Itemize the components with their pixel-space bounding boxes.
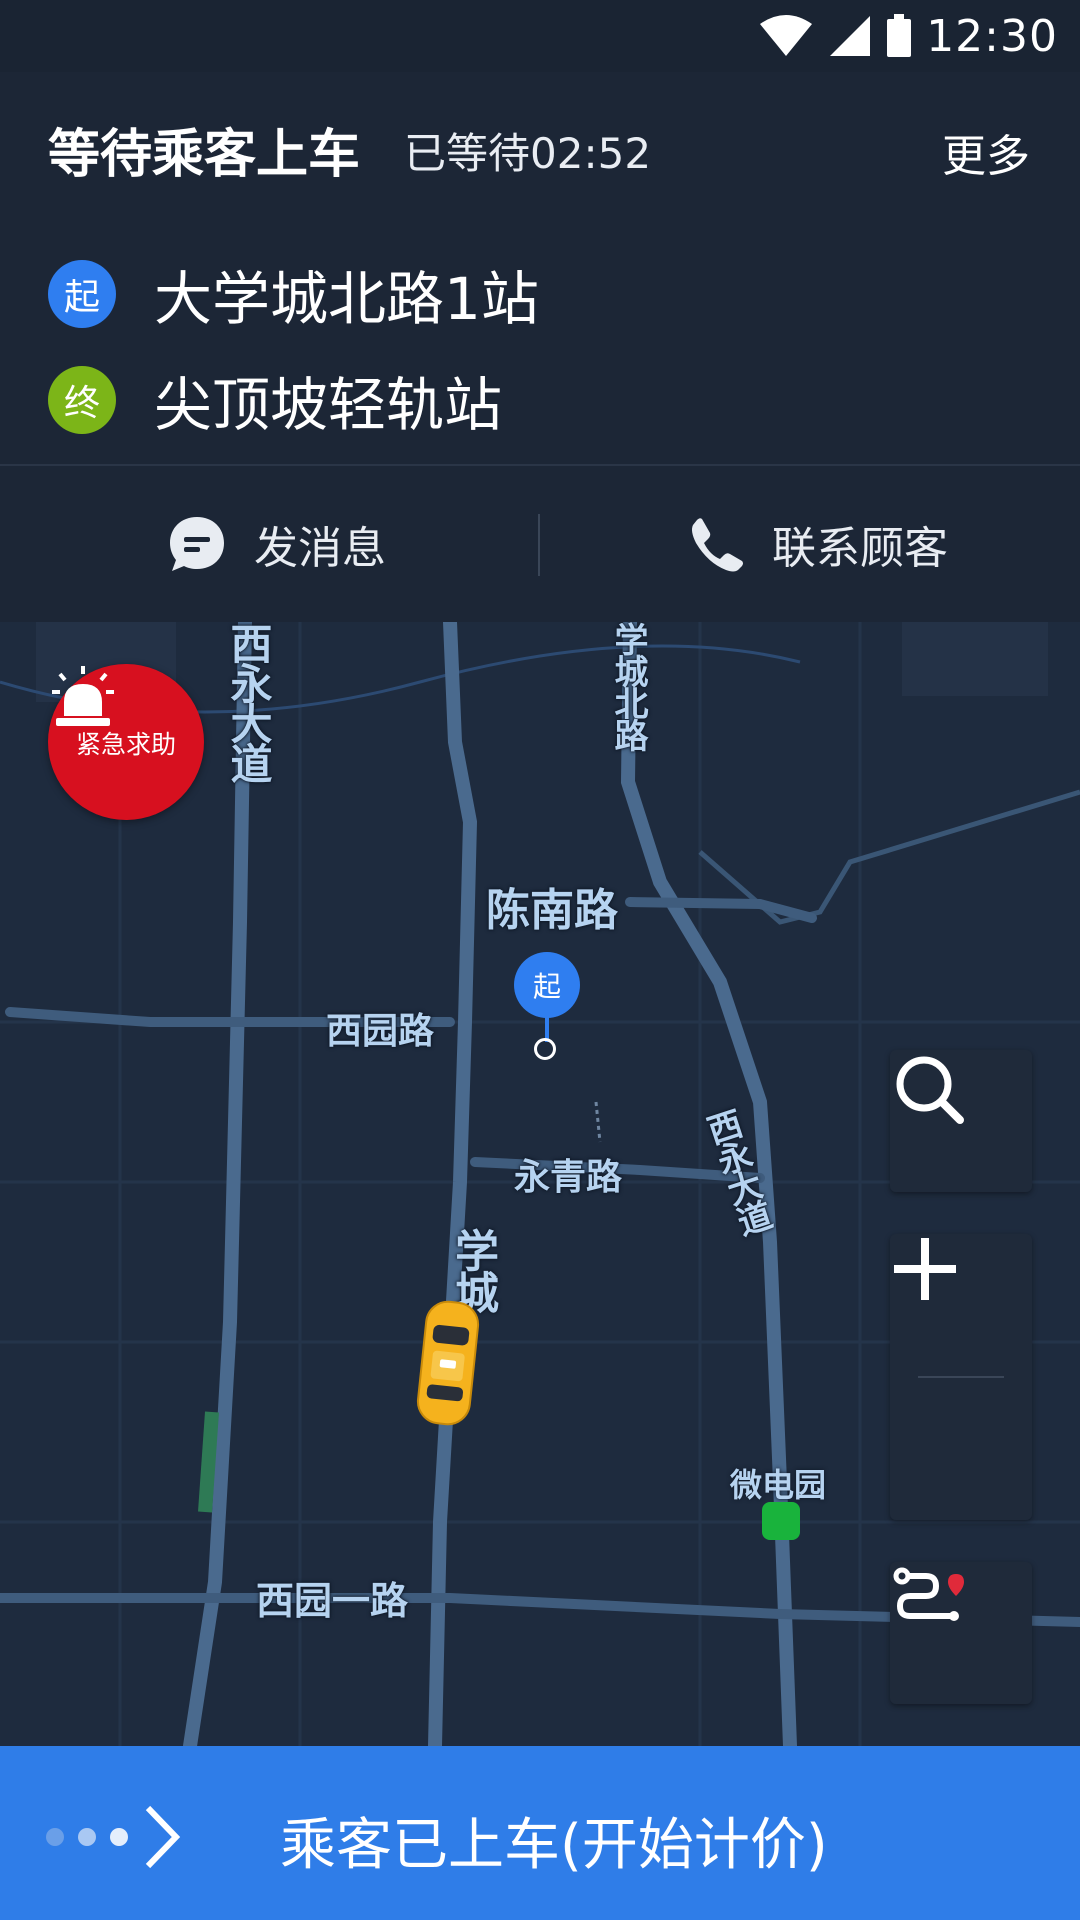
start-stop: 起 大学城北路1站 xyxy=(48,252,539,336)
search-icon xyxy=(896,1056,964,1124)
route-overview-button[interactable] xyxy=(890,1562,1032,1704)
start-badge: 起 xyxy=(48,260,116,328)
sos-label: 紧急求助 xyxy=(75,730,176,759)
map-search-button[interactable] xyxy=(890,1050,1032,1192)
status-icons: 12:30 xyxy=(758,8,1058,64)
clock: 12:30 xyxy=(926,10,1058,62)
emergency-sos-button[interactable]: 紧急求助 xyxy=(48,664,204,820)
route-overview-icon xyxy=(893,1567,964,1621)
wait-timer: 已等待02:52 xyxy=(404,129,652,178)
contact-customer-label: 联系顾客 xyxy=(772,523,948,574)
road-label-yongqing: 永青路 xyxy=(514,1157,623,1198)
minus-icon xyxy=(894,1265,956,1273)
map-view[interactable]: 西永大道 学城北路 陈南路 西园路 永青路 西永大道 学城 西园一路 紧急求助 … xyxy=(0,622,1080,1746)
route-overview-control xyxy=(890,1562,1032,1704)
zoom-out-button[interactable] xyxy=(890,1265,1032,1520)
contact-customer-button[interactable]: 联系顾客 xyxy=(688,466,948,622)
road-label-xiyong: 西永大道 xyxy=(224,622,273,782)
more-button[interactable]: 更多 xyxy=(942,120,1030,184)
passenger-boarded-slider[interactable]: 乘客已上车(开始计价) xyxy=(0,1746,1080,1920)
battery-icon xyxy=(887,14,912,57)
phone-icon xyxy=(692,518,743,572)
page-title: 等待乘客上车 xyxy=(48,125,361,185)
action-bar: 发消息 联系顾客 xyxy=(0,466,1080,622)
passenger-boarded-label: 乘客已上车(开始计价) xyxy=(280,1813,828,1878)
start-location-pin[interactable]: 起 xyxy=(514,952,580,1018)
hint-dot-2 xyxy=(78,1828,96,1846)
poi-label: 微电园 xyxy=(730,1466,827,1504)
zoom-control xyxy=(890,1234,1032,1520)
header: 等待乘客上车 已等待02:52 更多 xyxy=(0,72,1080,220)
wifi-icon xyxy=(760,15,813,56)
metro-station-icon xyxy=(762,1502,800,1540)
chat-bubble-icon xyxy=(170,517,224,571)
hint-dot-1 xyxy=(46,1828,64,1846)
start-stop-name: 大学城北路1站 xyxy=(154,265,539,333)
end-stop: 终 尖顶坡轻轨站 xyxy=(48,358,502,442)
taxi-car-icon xyxy=(416,1300,480,1426)
route-panel: 起 大学城北路1站 终 尖顶坡轻轨站 xyxy=(0,218,1080,466)
send-message-label: 发消息 xyxy=(254,523,386,574)
end-badge: 终 xyxy=(48,366,116,434)
road-label-daxuecheng-north: 学城北路 xyxy=(608,622,648,750)
road-label-xiyuan: 西园路 xyxy=(326,1011,435,1052)
map-search-control xyxy=(890,1050,1032,1192)
road-label-xiyuan-1: 西园一路 xyxy=(256,1579,409,1623)
chevron-right-icon xyxy=(145,1805,181,1869)
slide-hint xyxy=(46,1804,182,1870)
send-message-button[interactable]: 发消息 xyxy=(166,466,386,622)
action-divider xyxy=(538,514,540,576)
start-pin-dot xyxy=(534,1038,556,1060)
alarm-siren-icon xyxy=(52,666,114,726)
end-stop-name: 尖顶坡轻轨站 xyxy=(154,371,503,439)
hint-dot-3 xyxy=(110,1828,128,1846)
status-bar: 12:30 xyxy=(0,0,1080,72)
road-label-chennan: 陈南路 xyxy=(486,885,618,936)
cellular-signal-icon xyxy=(830,16,871,56)
